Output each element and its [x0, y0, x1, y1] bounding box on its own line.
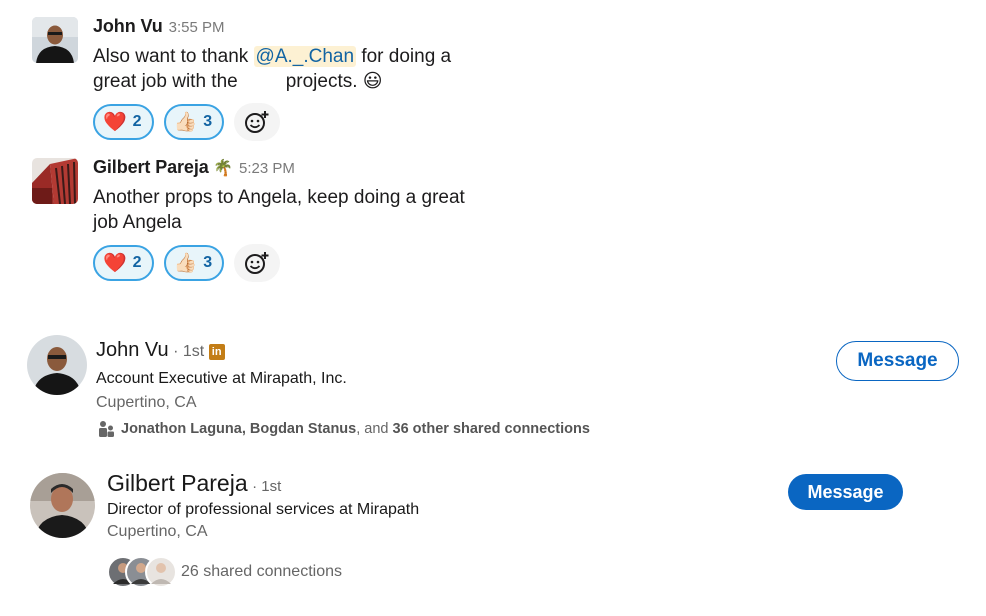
author-name[interactable]: Gilbert Pareja — [93, 157, 209, 177]
connection-avatar — [145, 556, 177, 588]
profile-name-row: John Vu · 1st in — [96, 339, 225, 362]
reaction-count: 2 — [132, 254, 142, 271]
timestamp[interactable]: 5:23 PM — [239, 160, 295, 177]
message-header: John Vu 3:55 PM — [93, 16, 225, 37]
profile-headline: Director of professional services at Mir… — [107, 501, 420, 518]
shared-and: , and — [356, 420, 393, 437]
gilbert-pareja-profile-photo[interactable] — [30, 473, 95, 538]
linkedin-premium-icon: in — [208, 343, 225, 360]
shared-connection-count: 26 shared connections — [181, 563, 342, 580]
thumbs-up-icon: 👍🏻 — [173, 253, 198, 274]
profile-name-row: Gilbert Pareja · 1st — [107, 470, 281, 497]
profile-location: Cupertino, CA — [96, 394, 197, 411]
profile-name[interactable]: Gilbert Pareja — [107, 470, 248, 496]
thumbs-up-icon: 👍🏻 — [173, 112, 198, 133]
heart-icon: ❤️ — [103, 253, 127, 274]
connection-degree: · 1st — [173, 343, 205, 360]
shared-connection-names: Jonathon Laguna, Bogdan Stanus — [121, 420, 357, 437]
message-text-part: projects. — [285, 71, 358, 92]
add-reaction-button[interactable] — [234, 103, 281, 141]
shared-connection-avatars — [107, 556, 179, 588]
add-reaction-button[interactable] — [234, 244, 281, 282]
reaction-count: 3 — [203, 254, 213, 271]
reaction-thumbs-up[interactable]: 👍🏻 3 — [163, 245, 225, 281]
reaction-count: 2 — [132, 113, 142, 130]
message-text-part: for doing a — [356, 46, 452, 67]
add-reaction-icon — [245, 252, 269, 274]
message-text-part: Also want to thank — [93, 46, 254, 67]
reaction-thumbs-up[interactable]: 👍🏻 3 — [163, 104, 225, 140]
palm-tree-icon: 🌴 — [213, 160, 234, 177]
john-vu-profile-photo[interactable] — [27, 335, 87, 395]
profile-location: Cupertino, CA — [107, 523, 208, 540]
heart-icon: ❤️ — [103, 112, 127, 133]
reaction-heart[interactable]: ❤️ 2 — [93, 104, 154, 140]
message-text: Also want to thank @A._.Chan for doing a… — [93, 44, 513, 94]
message-text-part: great job with the — [93, 71, 238, 92]
message-text: Another props to Angela, keep doing a gr… — [93, 185, 513, 235]
message-button[interactable]: Message — [836, 341, 959, 381]
profile-headline: Account Executive at Mirapath, Inc. — [96, 370, 347, 387]
john-vu-avatar[interactable] — [32, 17, 78, 63]
timestamp[interactable]: 3:55 PM — [169, 19, 225, 36]
add-reaction-icon — [245, 111, 269, 133]
message-header: Gilbert Pareja 🌴 5:23 PM — [93, 157, 295, 178]
profile-name[interactable]: John Vu — [96, 339, 169, 361]
gilbert-pareja-avatar[interactable] — [32, 158, 78, 204]
reaction-bar: ❤️ 2 👍🏻 3 — [93, 103, 281, 141]
message-text-part: job Angela — [93, 212, 182, 233]
shared-connection-count: 36 other shared connections — [392, 420, 590, 437]
user-mention[interactable]: @A._.Chan — [253, 46, 357, 67]
smiley-emoji: 😃 — [362, 71, 383, 92]
shared-connections[interactable]: Jonathon Laguna, Bogdan Stanus, and 36 o… — [98, 420, 590, 437]
author-name[interactable]: John Vu — [93, 16, 163, 36]
reaction-count: 3 — [203, 113, 213, 130]
people-icon — [99, 421, 114, 437]
message-button[interactable]: Message — [788, 474, 903, 510]
shared-connections[interactable]: 26 shared connections — [107, 556, 342, 588]
connection-degree: · 1st — [252, 478, 282, 495]
reaction-bar: ❤️ 2 👍🏻 3 — [93, 244, 281, 282]
message-text-part: Another props to Angela, keep doing a gr… — [93, 187, 465, 208]
reaction-heart[interactable]: ❤️ 2 — [93, 245, 154, 281]
